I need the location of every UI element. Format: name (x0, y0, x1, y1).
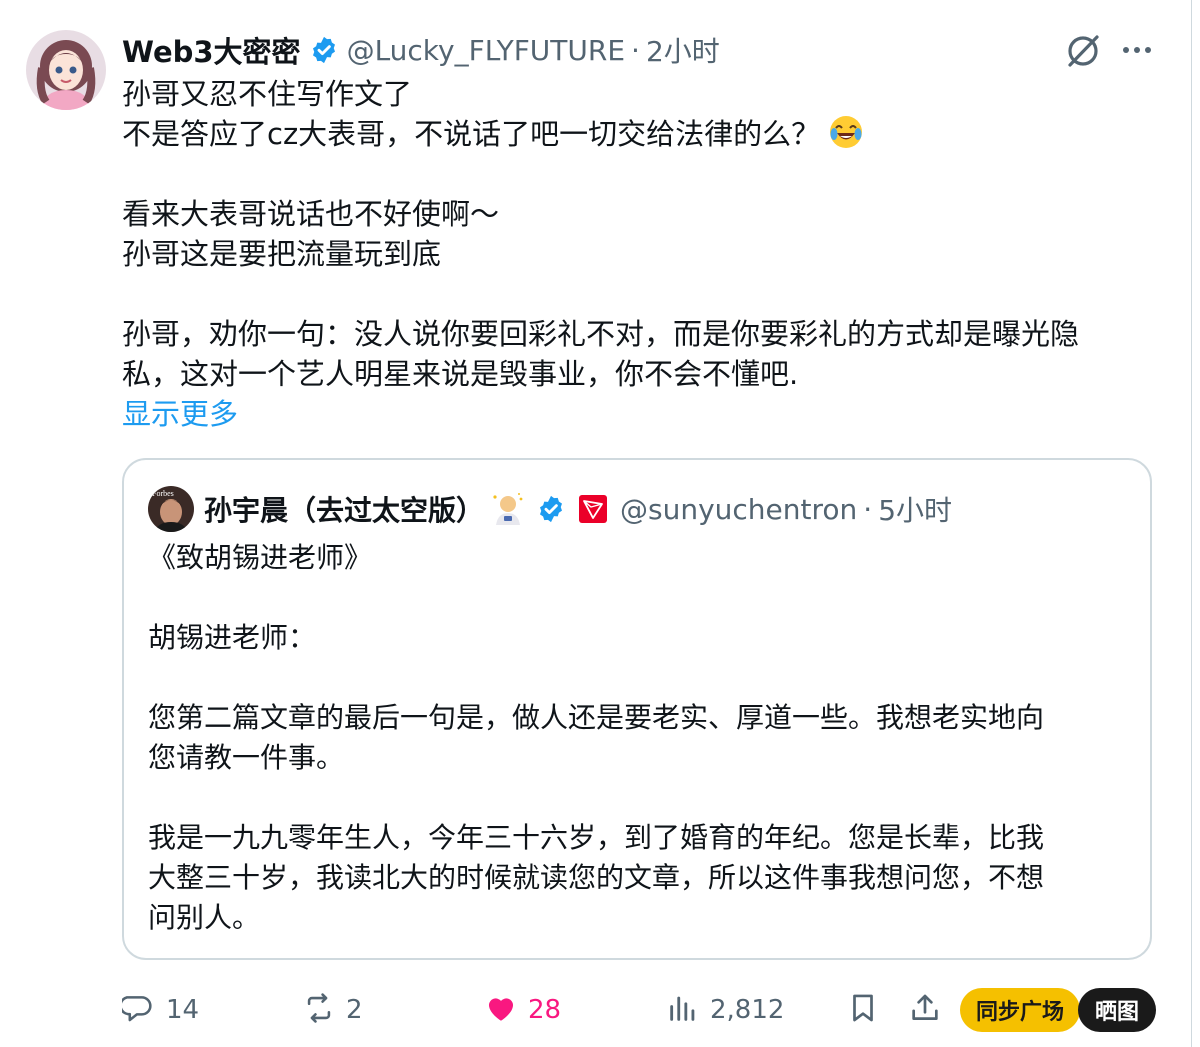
quoted-tweet-text: 《致胡锡进老师》 胡锡进老师： 您第二篇文章的最后一句是，做人还是要老实、厚道一… (148, 538, 1128, 938)
bookmark-button[interactable] (846, 984, 880, 1036)
author-name[interactable]: Web3大密密 (122, 29, 301, 71)
quoted-text-line: 问别人。 (148, 901, 261, 934)
quoted-timestamp[interactable]: 5小时 (878, 489, 952, 529)
repost-icon (302, 991, 336, 1029)
author-handle[interactable]: @Lucky_FLYFUTURE (347, 34, 625, 67)
page-divider (1191, 0, 1192, 1047)
view-count: 2,812 (710, 995, 785, 1025)
quoted-text-line: 我是一九九零年生人，今年三十六岁，到了婚育的年纪。您是长辈，比我 (148, 821, 1045, 854)
action-bar: 14 2 28 2,812 同步广场 晒图 (119, 984, 1162, 1036)
timestamp[interactable]: 2小时 (646, 30, 720, 70)
quoted-text-line: 《致胡锡进老师》 (148, 541, 373, 574)
repost-count: 2 (346, 995, 363, 1025)
tweet-text-line: 孙哥这是要把流量玩到底 (122, 237, 442, 271)
tweet-text-line: 看来大表哥说话也不好使啊～ (122, 197, 500, 231)
separator-dot: · (631, 33, 640, 67)
quoted-tweet[interactable]: Forbes 孙宇晨（去过太空版） @sunyuchentron · 5小时 《… (122, 458, 1152, 960)
quoted-tweet-header: Forbes 孙宇晨（去过太空版） @sunyuchentron · 5小时 (148, 486, 952, 532)
views-icon (666, 991, 700, 1029)
like-button[interactable]: 28 (484, 984, 561, 1036)
reply-icon (119, 991, 156, 1029)
repost-button[interactable]: 2 (302, 984, 363, 1036)
tweet-text-line: 孙哥，劝你一句：没人说你要回彩礼不对，而是你要彩礼的方式却是曝光隐 (122, 317, 1080, 351)
bookmark-icon (846, 991, 880, 1029)
sync-to-square-button[interactable]: 同步广场 (960, 988, 1080, 1032)
share-image-button[interactable]: 晒图 (1078, 988, 1156, 1032)
reply-count: 14 (166, 995, 200, 1025)
tweet-text-line: 孙哥又忍不住写作文了 (122, 77, 413, 111)
quoted-avatar-text: Forbes (152, 489, 174, 498)
like-count: 28 (528, 995, 562, 1025)
tweet-text: 孙哥又忍不住写作文了 不是答应了cz大表哥，不说话了吧一切交给法律的么？ 看来大… (122, 74, 1122, 434)
views-button[interactable]: 2,812 (666, 984, 784, 1036)
verified-badge-icon[interactable] (536, 494, 566, 524)
tweet[interactable]: Web3大密密 @Lucky_FLYFUTURE · 2小时 孙哥又忍不住写作文… (0, 0, 1190, 1047)
grok-icon[interactable] (1064, 32, 1102, 70)
quoted-avatar[interactable]: Forbes (148, 486, 194, 532)
tweet-text-segment: 不是答应了cz大表哥，不说话了吧一切交给法律的么？ (122, 117, 821, 151)
avatar[interactable] (26, 30, 106, 110)
astronaut-icon (490, 491, 526, 527)
show-more-link[interactable]: 显示更多 (122, 394, 1122, 434)
more-icon[interactable] (1120, 38, 1154, 62)
face-with-tears-of-joy-icon (828, 114, 864, 150)
tweet-text-line: 不是答应了cz大表哥，不说话了吧一切交给法律的么？ (122, 114, 1122, 154)
separator-dot: · (863, 492, 873, 526)
quoted-text-line: 大整三十岁，我读北大的时候就读您的文章，所以这件事我想问您，不想 (148, 861, 1045, 894)
tweet-text-line: 私，这对一个艺人明星来说是毁事业，你不会不懂吧. (122, 357, 799, 391)
quoted-text-line: 您第二篇文章的最后一句是，做人还是要老实、厚道一些。我想老实地向 (148, 701, 1045, 734)
quoted-author-handle[interactable]: @sunyuchentron (620, 493, 857, 526)
heart-icon (484, 991, 518, 1029)
tron-logo-icon[interactable] (578, 494, 608, 524)
tweet-header: Web3大密密 @Lucky_FLYFUTURE · 2小时 (122, 28, 720, 72)
reply-button[interactable]: 14 (119, 984, 200, 1036)
quoted-author-name[interactable]: 孙宇晨（去过太空版） (204, 489, 484, 529)
quoted-text-line: 胡锡进老师： (148, 621, 317, 654)
quoted-text-line: 您请教一件事。 (148, 741, 345, 774)
share-button[interactable] (908, 984, 942, 1036)
verified-badge-icon[interactable] (309, 35, 339, 65)
share-icon (908, 991, 942, 1029)
